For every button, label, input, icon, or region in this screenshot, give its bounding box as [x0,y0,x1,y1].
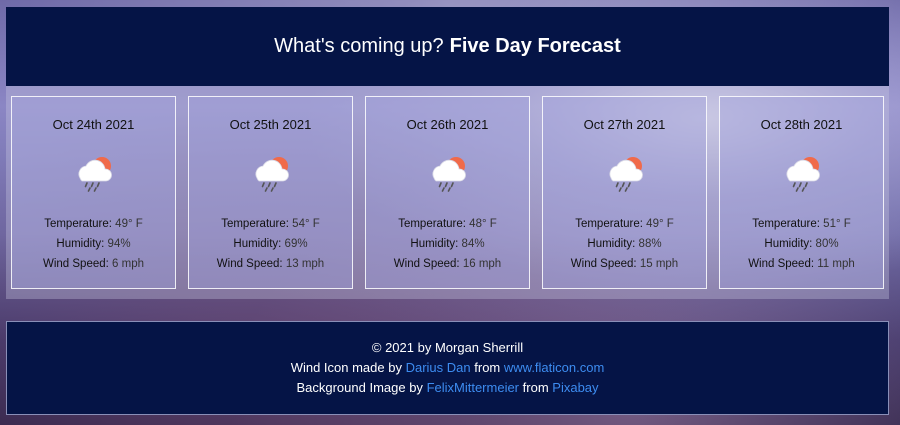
forecast-stats: Temperature: 48° F Humidity: 84% Wind Sp… [366,214,529,274]
forecast-card: Oct 25th 2021 Temperature: 54° F Humidit… [188,96,353,289]
humidity-row: Humidity: 69% [189,234,352,254]
cloud-rain-sun-icon [247,152,295,192]
forecast-stats: Temperature: 49° F Humidity: 88% Wind Sp… [543,214,706,274]
wind-row: Wind Speed: 13 mph [189,254,352,274]
temperature-value: 49° F [646,218,674,230]
humidity-label: Humidity: [56,238,105,250]
wind-row: Wind Speed: 15 mph [543,254,706,274]
forecast-stats: Temperature: 49° F Humidity: 94% Wind Sp… [12,214,175,274]
wind-value: 11 mph [817,258,855,270]
bg-credit-prefix: Background Image by [296,380,423,395]
temperature-row: Temperature: 54° F [189,214,352,234]
humidity-row: Humidity: 84% [366,234,529,254]
humidity-row: Humidity: 80% [720,234,883,254]
forecast-stats: Temperature: 54° F Humidity: 69% Wind Sp… [189,214,352,274]
forecast-stats: Temperature: 51° F Humidity: 80% Wind Sp… [720,214,883,274]
forecast-card: Oct 28th 2021 Temperature: 51° F Humidit… [719,96,884,289]
humidity-value: 88% [638,238,662,250]
flaticon-link[interactable]: www.flaticon.com [504,360,604,375]
icon-author-link[interactable]: Darius Dan [406,360,471,375]
temperature-label: Temperature: [44,218,112,230]
wind-value: 15 mph [639,258,679,270]
forecast-card: Oct 24th 2021 Temperature: 49° F Humidit… [11,96,176,289]
bg-credit-from: from [522,380,549,395]
pixabay-link[interactable]: Pixabay [552,380,598,395]
forecast-card: Oct 26th 2021 Temperature: 48° F Humidit… [365,96,530,289]
temperature-value: 48° F [469,218,497,230]
wind-label: Wind Speed: [42,258,109,270]
humidity-row: Humidity: 88% [543,234,706,254]
forecast-date: Oct 26th 2021 [406,117,489,132]
forecast-date: Oct 28th 2021 [760,117,843,132]
forecast-card: Oct 27th 2021 Temperature: 49° F Humidit… [542,96,707,289]
forecast-date: Oct 25th 2021 [229,117,312,132]
humidity-label: Humidity: [410,238,459,250]
humidity-value: 69% [284,238,308,250]
humidity-label: Humidity: [233,238,282,250]
temperature-label: Temperature: [575,218,643,230]
icon-credit-line: Wind Icon made by Darius Dan from www.fl… [7,358,888,378]
humidity-value: 80% [815,238,839,250]
humidity-row: Humidity: 94% [12,234,175,254]
wind-value: 13 mph [285,258,325,270]
wind-value: 16 mph [462,258,502,270]
temperature-label: Temperature: [221,218,289,230]
temperature-label: Temperature: [752,218,820,230]
temperature-value: 51° F [823,218,851,230]
wind-label: Wind Speed: [216,258,283,270]
icon-credit-from: from [474,360,501,375]
cloud-rain-sun-icon [70,152,118,192]
temperature-row: Temperature: 49° F [543,214,706,234]
cloud-rain-sun-icon [424,152,472,192]
temperature-value: 49° F [115,218,143,230]
wind-label: Wind Speed: [570,258,637,270]
temperature-label: Temperature: [398,218,466,230]
temperature-row: Temperature: 51° F [720,214,883,234]
wind-label: Wind Speed: [748,258,815,270]
cloud-rain-sun-icon [778,152,826,192]
header-title-light: What's coming up? [274,35,444,57]
header-title-bold: Five Day Forecast [449,35,621,57]
wind-row: Wind Speed: 6 mph [12,254,175,274]
humidity-value: 94% [107,238,131,250]
cloud-rain-sun-icon [601,152,649,192]
page-footer: © 2021 by Morgan Sherrill Wind Icon made… [6,321,889,415]
bg-credit-line: Background Image by FelixMittermeier fro… [7,378,888,398]
bg-author-link[interactable]: FelixMittermeier [427,380,519,395]
humidity-label: Humidity: [764,238,813,250]
temperature-value: 54° F [292,218,320,230]
humidity-label: Humidity: [587,238,636,250]
forecast-date: Oct 27th 2021 [583,117,666,132]
wind-row: Wind Speed: 11 mph [720,254,883,274]
copyright-text: © 2021 by Morgan Sherrill [371,340,524,355]
wind-row: Wind Speed: 16 mph [366,254,529,274]
temperature-row: Temperature: 48° F [366,214,529,234]
wind-label: Wind Speed: [393,258,460,270]
humidity-value: 84% [461,238,485,250]
page-header: What's coming up? Five Day Forecast [6,7,889,86]
icon-credit-prefix: Wind Icon made by [290,360,402,375]
forecast-date: Oct 24th 2021 [52,117,135,132]
temperature-row: Temperature: 49° F [12,214,175,234]
wind-value: 6 mph [112,258,145,270]
